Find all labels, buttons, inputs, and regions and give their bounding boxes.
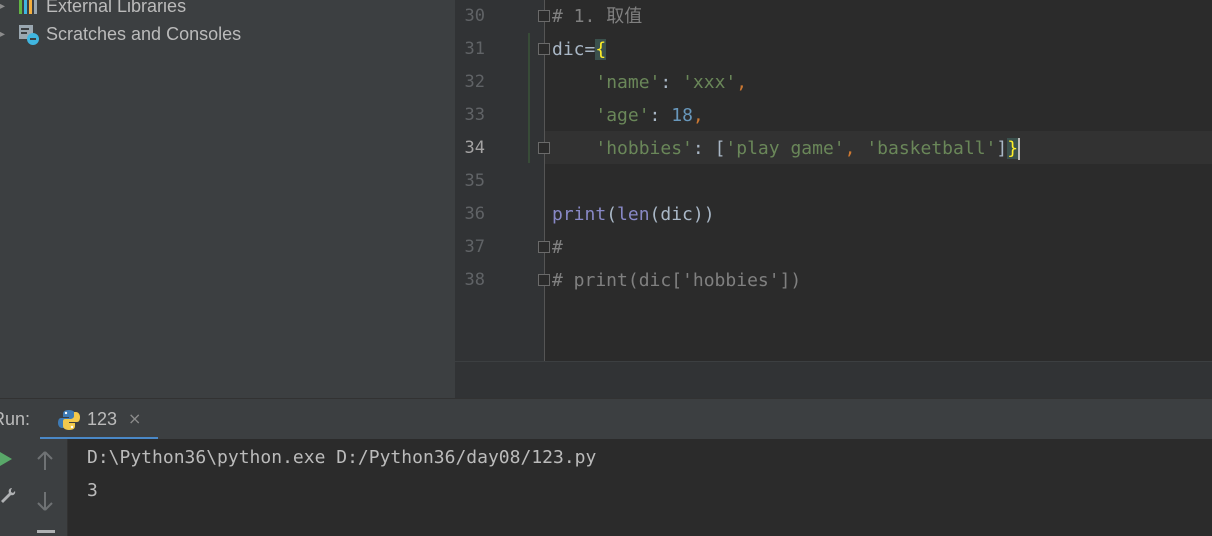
line-number: 35: [464, 171, 485, 191]
number-literal: 18: [671, 105, 693, 126]
comma: ,: [692, 105, 704, 126]
code-text: : [: [692, 138, 726, 159]
line-number: 38: [464, 270, 485, 290]
fold-marker-icon[interactable]: [538, 241, 550, 253]
expand-arrow-icon[interactable]: ▸: [0, 1, 6, 12]
line-number-current: 34: [464, 138, 485, 158]
builtin-function: len: [617, 204, 650, 225]
console-line: 3: [87, 480, 98, 501]
code-line-32: 'name': 'xxx',: [552, 66, 747, 99]
code-text: (dic)): [649, 204, 715, 225]
fold-marker-icon[interactable]: [538, 10, 550, 22]
scratches-icon: [18, 24, 40, 45]
wrench-icon[interactable]: [0, 487, 16, 509]
soft-wrap-icon[interactable]: [37, 530, 55, 533]
code-line-31: dic={: [552, 33, 607, 66]
code-line-30: # 1. 取值: [552, 0, 642, 33]
console-line: D:\Python36\python.exe D:/Python36/day08…: [87, 447, 597, 468]
code-text: :: [649, 105, 672, 126]
fold-marker-icon[interactable]: [538, 43, 550, 55]
code-text: dic=: [552, 39, 596, 60]
code-line-38: # print(dic['hobbies']): [552, 270, 802, 291]
line-number: 37: [464, 237, 485, 257]
matched-brace: {: [595, 39, 607, 60]
code-line-34: 'hobbies': ['play game', 'basketball']}: [552, 132, 1021, 165]
vcs-change-marker[interactable]: [528, 33, 530, 163]
library-icon: [18, 0, 40, 16]
code-line-36: print(len(dic)): [552, 198, 715, 231]
matched-brace: }: [1007, 138, 1019, 159]
line-number: 30: [464, 6, 485, 26]
python-icon: [58, 409, 80, 431]
code-text: (: [606, 204, 618, 225]
string-literal: 'play game': [725, 138, 845, 159]
code-text: :: [660, 72, 683, 93]
line-number: 32: [464, 72, 485, 92]
code-line-33: 'age': 18,: [552, 99, 704, 132]
project-panel: ▸ External Libraries ▸ Scratches and Con…: [0, 0, 455, 398]
expand-arrow-icon[interactable]: ▸: [0, 29, 6, 40]
rerun-icon[interactable]: [0, 451, 14, 471]
builtin-function: print: [552, 204, 607, 225]
comment: 1. 取值: [562, 6, 643, 27]
editor-scroll-area: [455, 361, 1212, 399]
run-toolbar: [0, 439, 22, 536]
tree-item-label: Scratches and Consoles: [46, 23, 242, 44]
up-arrow-icon[interactable]: [37, 451, 53, 475]
line-number: 33: [464, 105, 485, 125]
down-arrow-icon[interactable]: [37, 491, 53, 515]
string-literal: 'basketball': [866, 138, 997, 159]
fold-marker-icon[interactable]: [538, 142, 550, 154]
comma: ,: [844, 138, 867, 159]
run-side-toolbar: [22, 439, 68, 536]
code-text: ]: [996, 138, 1008, 159]
run-tab-label: 123: [87, 409, 118, 429]
line-number: 31: [464, 39, 485, 59]
run-label: Run:: [0, 409, 31, 429]
string-literal: 'age': [595, 105, 650, 126]
line-number: 36: [464, 204, 485, 224]
string-literal: 'xxx': [682, 72, 737, 93]
run-tab-123[interactable]: 123 ×: [40, 399, 158, 440]
comment: #: [552, 6, 563, 27]
string-literal: 'name': [595, 72, 661, 93]
text-caret: [1018, 138, 1021, 160]
fold-marker-icon[interactable]: [538, 274, 550, 286]
comma: ,: [736, 72, 748, 93]
close-icon[interactable]: ×: [128, 399, 141, 439]
tree-item-label: External Libraries: [46, 0, 187, 16]
string-literal: 'hobbies': [595, 138, 693, 159]
code-line-37: #: [552, 237, 563, 258]
run-toolwindow-header: Run: 123 ×: [0, 398, 1212, 440]
